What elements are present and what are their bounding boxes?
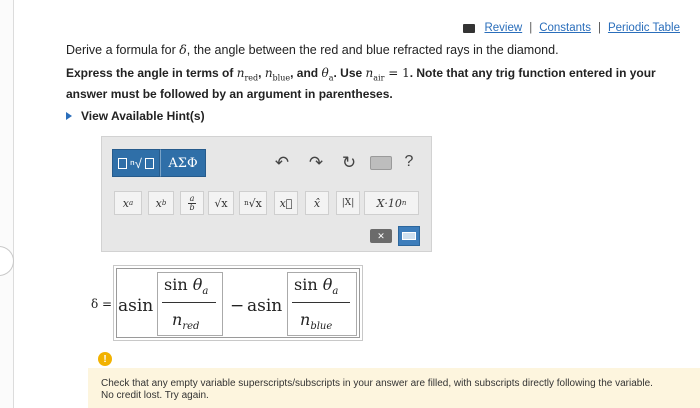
expand-triangle-icon	[66, 112, 72, 120]
template-box-icon	[144, 157, 154, 169]
minus-operator: −	[230, 296, 245, 316]
vector-button[interactable]: x⃗	[274, 191, 298, 215]
reset-icon[interactable]: ↻	[338, 153, 360, 173]
delete-icon[interactable]: ✕	[370, 229, 392, 243]
math-editor-toolbar: ⁿ√ ΑΣΦ ↶ ↷ ↻ ? xa xb ab √x n √x x⃗ x̂ |X|…	[101, 136, 432, 252]
answer-input[interactable]: asin sin θa nred − asin sin θa nblue	[113, 265, 363, 341]
unit-vector-button[interactable]: x̂	[305, 191, 329, 215]
superscript-button[interactable]: xa	[114, 191, 142, 215]
redo-icon[interactable]: ↷	[306, 153, 326, 173]
radical-icon: ⁿ√	[130, 155, 142, 171]
resource-links: Review | Constants | Periodic Table	[463, 22, 680, 34]
view-hints-toggle[interactable]: View Available Hint(s)	[66, 109, 205, 123]
denominator-1: nred	[172, 310, 200, 333]
link-separator: |	[597, 22, 601, 34]
scientific-notation-button[interactable]: X·10 n	[364, 191, 419, 215]
denominator-2: nblue	[300, 310, 333, 333]
fraction-button[interactable]: ab	[180, 191, 204, 215]
link-separator: |	[529, 22, 533, 34]
answer-lhs: δ =	[91, 297, 113, 311]
numerator-1: sin θa	[164, 275, 209, 298]
subscript-button[interactable]: xb	[148, 191, 174, 215]
constants-link[interactable]: Constants	[539, 22, 591, 34]
book-icon	[463, 23, 476, 33]
templates-button[interactable]: ⁿ√	[112, 149, 160, 177]
help-icon[interactable]: ?	[400, 151, 418, 173]
asin-term-1: asin	[118, 296, 154, 316]
fraction-line-1	[162, 302, 216, 303]
absolute-value-button[interactable]: |X|	[336, 191, 360, 215]
feedback-message: Check that any empty variable superscrip…	[101, 378, 653, 401]
review-link[interactable]: Review	[484, 22, 522, 34]
virtual-keyboard-icon[interactable]	[398, 226, 420, 246]
template-box-icon	[118, 157, 128, 169]
numerator-2: sin θa	[294, 275, 339, 298]
fraction-line-2	[292, 302, 350, 303]
undo-icon[interactable]: ↶	[272, 153, 292, 173]
periodic-table-link[interactable]: Periodic Table	[608, 22, 680, 34]
nth-root-button[interactable]: n √x	[239, 191, 267, 215]
keyboard-shortcuts-icon[interactable]	[370, 156, 392, 170]
greek-symbols-button[interactable]: ΑΣΦ	[160, 149, 206, 177]
question-prompt: Derive a formula for δ, the angle betwee…	[66, 42, 559, 57]
warning-icon: !	[98, 352, 112, 366]
asin-term-2: asin	[247, 296, 283, 316]
sqrt-button[interactable]: √x	[208, 191, 234, 215]
left-panel-edge	[0, 0, 14, 408]
question-instructions: Express the angle in terms of nred, nblu…	[66, 66, 656, 102]
